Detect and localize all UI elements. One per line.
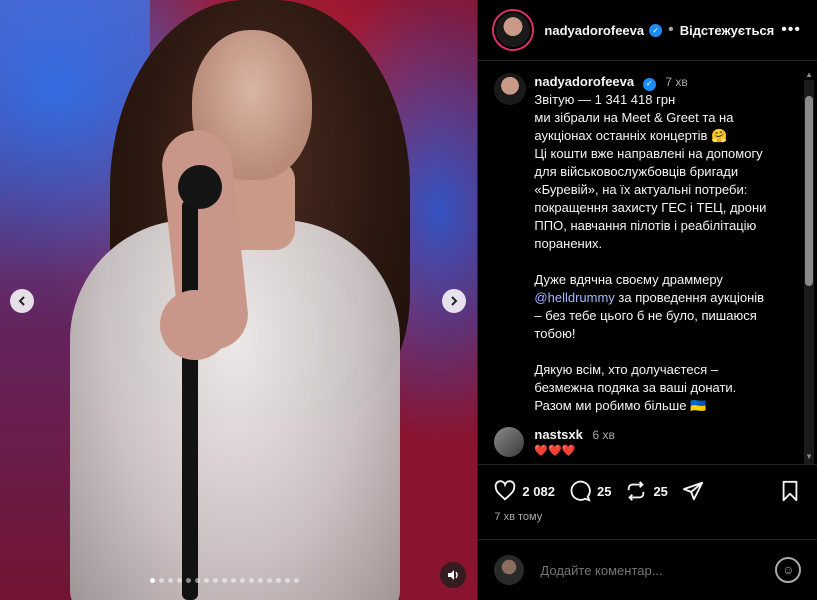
caption-text: Звітую — 1 341 418 грн ми зібрали на Mee… xyxy=(534,91,766,415)
author-avatar[interactable] xyxy=(494,11,533,49)
mention-link[interactable]: @helldrummy xyxy=(534,290,614,305)
comment-button[interactable]: 25 xyxy=(569,480,611,502)
comment-time: 6 хв xyxy=(592,428,615,442)
speaker-icon xyxy=(448,570,458,580)
post-info-panel: nadyadorofeeva ✓ • Відстежується ••• nad… xyxy=(477,0,817,600)
carousel-prev-button[interactable] xyxy=(10,289,34,313)
send-icon xyxy=(682,481,703,501)
microphone xyxy=(178,165,222,209)
carousel-dot xyxy=(168,578,173,583)
caption-author-avatar[interactable] xyxy=(494,73,527,105)
bookmark-icon xyxy=(783,480,798,502)
post-header: nadyadorofeeva ✓ • Відстежується ••• xyxy=(478,0,817,61)
carousel-dot xyxy=(222,578,227,583)
post-modal: nadyadorofeeva ✓ • Відстежується ••• nad… xyxy=(0,0,817,600)
repost-icon xyxy=(628,481,645,501)
carousel-dot xyxy=(213,578,218,583)
caption-lines: Звітую — 1 341 418 грн ми зібрали на Mee… xyxy=(534,92,766,287)
carousel-dot xyxy=(276,578,281,583)
carousel-dot xyxy=(150,578,155,583)
emoji-picker-icon[interactable]: ☺ xyxy=(775,557,802,583)
carousel-dot xyxy=(159,578,164,583)
verified-icon: ✓ xyxy=(642,77,656,91)
audio-toggle-button[interactable] xyxy=(440,562,466,588)
chevron-left-icon xyxy=(18,296,25,306)
caption-line: Дуже вдячна своєму драммеру xyxy=(534,272,723,287)
caption-time: 7 хв xyxy=(665,75,688,89)
separator-dot: • xyxy=(668,21,674,38)
caption-line: «Буревій», на їх актуальні потреби: xyxy=(534,182,748,197)
carousel-dot xyxy=(240,578,245,583)
comment-body: nastsxk 6 хв ❤️❤️❤️ xyxy=(534,427,614,457)
scrollbar-thumb[interactable] xyxy=(805,96,813,286)
carousel-dot xyxy=(267,578,272,583)
caption-text-continued: за проведення аукціонів – без тебе цього… xyxy=(534,290,765,413)
mic-stand xyxy=(182,200,198,600)
author-username[interactable]: nadyadorofeeva xyxy=(544,23,644,38)
caption-line: для військовослужбовців бригади xyxy=(534,164,739,179)
photo-subject-hand xyxy=(160,290,230,360)
commenter-avatar[interactable] xyxy=(494,427,525,457)
scroll-down-icon[interactable]: ▼ xyxy=(805,452,813,461)
caption-author-username[interactable]: nadyadorofeeva xyxy=(534,74,634,89)
reposts-count: 25 xyxy=(653,483,668,499)
current-user-avatar xyxy=(494,555,525,585)
heart-icon xyxy=(495,480,516,501)
post-media[interactable] xyxy=(0,0,478,600)
caption-line: Звітую — 1 341 418 грн xyxy=(534,92,676,107)
caption-line: ми зібрали на Meet & Greet та на xyxy=(534,110,734,125)
carousel-indicator xyxy=(150,578,299,583)
comment-text: ❤️❤️❤️ xyxy=(534,445,576,457)
caption-line: покращення захисту ГЕС і ТЕЦ, дрони xyxy=(534,200,767,215)
like-button[interactable]: 2 082 xyxy=(494,480,555,502)
carousel-dot xyxy=(249,578,254,583)
carousel-dot xyxy=(231,578,236,583)
follow-status-button[interactable]: Відстежується xyxy=(680,23,775,38)
carousel-dot xyxy=(294,578,299,583)
verified-icon: ✓ xyxy=(649,23,663,37)
repost-button[interactable]: 25 xyxy=(625,480,668,502)
comments-count: 25 xyxy=(596,483,612,499)
caption-line: ППО, навчання пілотів і реабілітацію xyxy=(534,218,757,233)
chevron-right-icon xyxy=(451,296,458,306)
caption-line: аукціонах останніх концертів 🤗 xyxy=(534,128,728,143)
carousel-dot xyxy=(186,578,191,583)
comment-input[interactable] xyxy=(538,561,753,579)
comment-item: nastsxk 6 хв ❤️❤️❤️ xyxy=(494,427,784,457)
carousel-dot xyxy=(258,578,263,583)
share-button[interactable] xyxy=(682,480,704,502)
comments-section[interactable]: nadyadorofeeva ✓ 7 хв Звітую — 1 341 418… xyxy=(478,61,800,463)
carousel-dot xyxy=(204,578,209,583)
scroll-up-icon[interactable]: ▲ xyxy=(805,70,813,79)
carousel-next-button[interactable] xyxy=(442,289,466,313)
more-options-icon[interactable]: ••• xyxy=(781,21,801,39)
comment-composer: ☺ xyxy=(478,539,817,600)
post-timestamp[interactable]: 7 хв тому xyxy=(494,511,801,523)
comment-icon xyxy=(570,480,591,502)
caption-line: поранених. xyxy=(534,236,603,251)
caption-line: Ці кошти вже направлені на допомогу xyxy=(534,146,763,161)
post-actions: 2 082 25 25 7 хв тому xyxy=(478,464,817,539)
caption-body: nadyadorofeeva ✓ 7 хв Звітую — 1 341 418… xyxy=(534,73,766,415)
post-caption: nadyadorofeeva ✓ 7 хв Звітую — 1 341 418… xyxy=(494,73,784,415)
carousel-dot xyxy=(177,578,182,583)
commenter-username[interactable]: nastsxk xyxy=(534,427,582,442)
carousel-dot xyxy=(285,578,290,583)
likes-count[interactable]: 2 082 xyxy=(522,484,555,499)
carousel-dot xyxy=(195,578,200,583)
save-button[interactable] xyxy=(779,480,801,502)
